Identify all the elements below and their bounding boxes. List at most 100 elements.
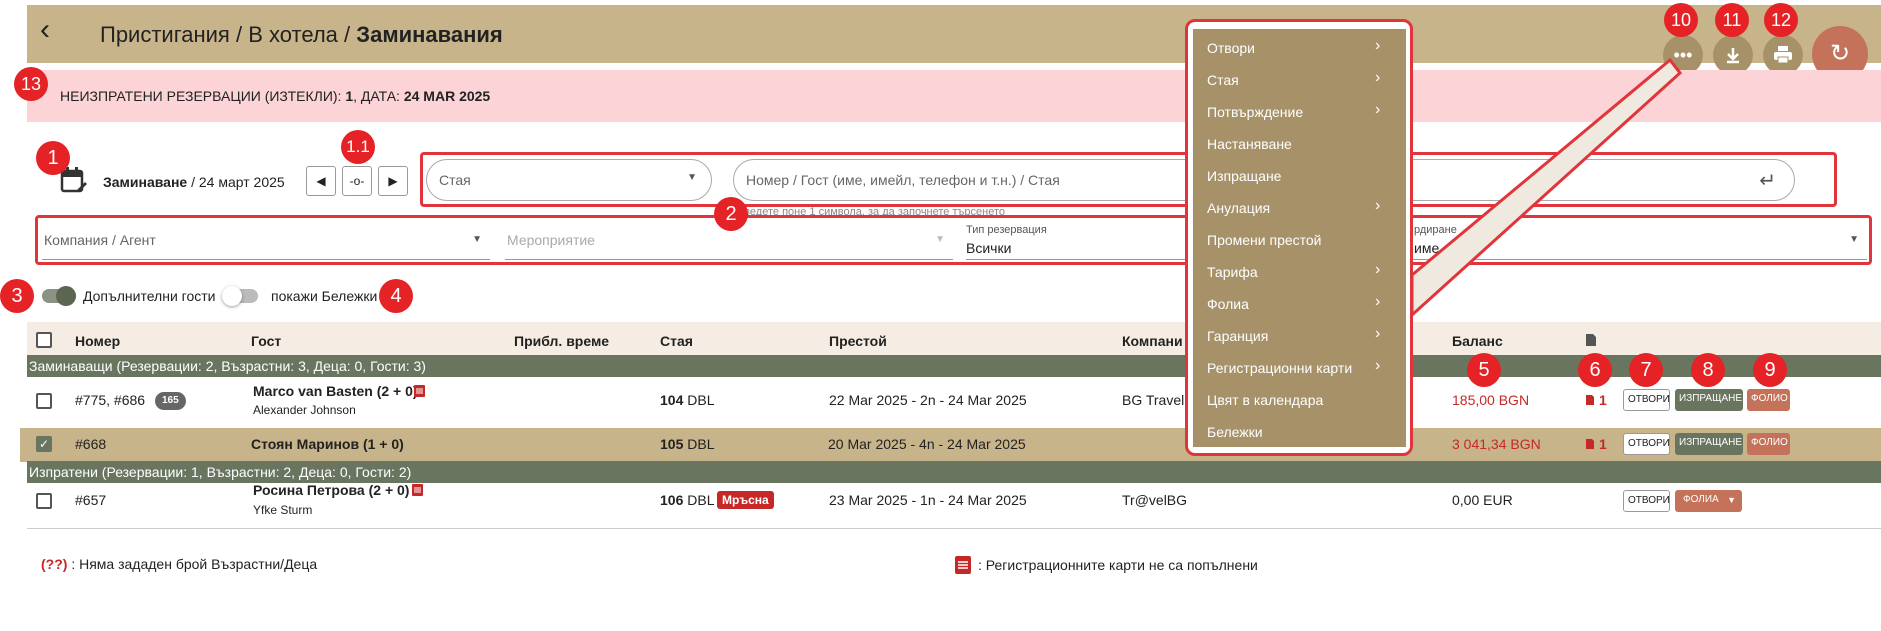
balance: 0,00 EUR (1452, 492, 1513, 508)
col-stay[interactable]: Престой (829, 333, 887, 349)
checkout-button[interactable]: ИЗПРАЩАНЕ (1675, 389, 1743, 411)
open-button[interactable]: ОТВОРИ (1623, 389, 1670, 411)
room-number: 106 DBL (660, 492, 715, 508)
stay-dates: 22 Mar 2025 - 2n - 24 Mar 2025 (829, 392, 1027, 408)
annotation-8: 8 (1691, 353, 1725, 387)
menu-item-rate[interactable]: Тарифа (1207, 264, 1258, 280)
guest-secondary: Alexander Johnson (253, 403, 356, 417)
annotation-13: 13 (14, 67, 48, 101)
legend-registration: : Регистрационните карти не са попълнени (978, 557, 1258, 573)
col-room[interactable]: Стая (660, 333, 693, 349)
reservation-type-select[interactable]: Тип резервация Всички (966, 220, 1186, 260)
chevron-down-icon: ▼ (472, 234, 482, 245)
guest-name[interactable]: Росина Петрова (2 + 0) (253, 482, 409, 498)
chevron-down-icon: ▼ (1849, 234, 1859, 245)
registration-card-icon (414, 385, 425, 397)
annotation-3: 3 (0, 279, 34, 313)
document-icon (1586, 439, 1594, 449)
col-guest[interactable]: Гост (251, 333, 281, 349)
guest-name[interactable]: Стоян Маринов (1 + 0) (251, 436, 404, 452)
col-time[interactable]: Прибл. време (514, 333, 609, 349)
company-select[interactable]: Компания / Агент ▼ (42, 220, 490, 260)
callout-pointer (1410, 57, 1683, 319)
legend-missing: (??) : Няма зададен брой Възрастни/Деца (41, 556, 318, 572)
enter-icon[interactable]: ↵ (1759, 168, 1776, 193)
document-icon (1586, 334, 1596, 346)
menu-item-checkout[interactable]: Изпращане (1207, 168, 1281, 184)
checkout-button[interactable]: ИЗПРАЩАНЕ (1675, 433, 1743, 455)
menu-item-folios[interactable]: Фолиа (1207, 296, 1249, 312)
docs-count[interactable]: 1 (1599, 392, 1607, 408)
prev-date-button[interactable]: ◀ (306, 166, 336, 196)
print-button[interactable] (1763, 35, 1803, 75)
menu-item-calendar-color[interactable]: Цвят в календара (1207, 392, 1323, 408)
menu-item-registration-cards[interactable]: Регистрационни карти (1207, 360, 1352, 376)
col-balance[interactable]: Баланс (1452, 333, 1503, 349)
annotation-5: 5 (1467, 353, 1501, 387)
menu-item-checkin[interactable]: Настаняване (1207, 136, 1292, 152)
document-icon (1586, 395, 1594, 405)
menu-item-change-stay[interactable]: Промени престой (1207, 232, 1322, 248)
menu-item-guarantee[interactable]: Гаранция (1207, 328, 1268, 344)
docs-count[interactable]: 1 (1599, 436, 1607, 452)
annotation-6: 6 (1578, 353, 1612, 387)
balance: 185,00 BGN (1452, 392, 1530, 408)
crumb-arrivals[interactable]: Пристигания (100, 22, 230, 47)
menu-item-room[interactable]: Стая (1207, 72, 1239, 88)
guest-name[interactable]: Marco van Basten (2 + 0) (253, 383, 418, 399)
download-button[interactable] (1713, 35, 1753, 75)
open-button[interactable]: ОТВОРИ (1623, 490, 1670, 512)
row-checkbox[interactable] (36, 393, 52, 409)
extra-guests-label: Допълнителни гости (83, 288, 216, 304)
reservation-number[interactable]: #657 (75, 492, 106, 508)
menu-item-confirmation[interactable]: Потвърждение (1207, 104, 1303, 120)
group-tag: 165 (155, 392, 186, 410)
annotation-9: 9 (1753, 353, 1787, 387)
extra-guests-toggle[interactable] (42, 286, 76, 306)
stay-dates: 23 Mar 2025 - 1n - 24 Mar 2025 (829, 492, 1027, 508)
menu-item-notes[interactable]: Бележки (1207, 424, 1263, 440)
annotation-2: 2 (714, 197, 748, 231)
chevron-down-icon: ▼ (1727, 495, 1736, 505)
balance: 3 041,34 BGN (1452, 436, 1541, 452)
chevron-right-icon: › (1375, 357, 1381, 374)
folio-button[interactable]: ФОЛИО (1747, 389, 1790, 411)
page-title: Заминавания (356, 22, 503, 47)
company-name: BG Travel (1122, 392, 1185, 408)
registration-card-icon (955, 556, 971, 574)
next-date-button[interactable]: ▶ (378, 166, 408, 196)
row-checkbox[interactable]: ✓ (36, 436, 52, 452)
reservation-number[interactable]: #668 (75, 436, 106, 452)
registration-card-icon (412, 484, 423, 496)
chevron-right-icon: › (1375, 325, 1381, 342)
col-company[interactable]: Компани (1122, 333, 1183, 349)
download-icon (1727, 48, 1739, 64)
col-number[interactable]: Номер (75, 333, 120, 349)
chevron-down-icon: ▼ (687, 172, 697, 183)
room-select[interactable]: Стая ▼ (426, 159, 712, 201)
company-name: Tr@velBG (1122, 492, 1188, 508)
reservation-number[interactable]: #775, #686 (75, 392, 145, 408)
show-notes-toggle[interactable] (222, 286, 258, 306)
chevron-down-icon: ▼ (935, 234, 945, 245)
folio-button[interactable]: ФОЛИО (1747, 433, 1790, 455)
open-button[interactable]: ОТВОРИ (1623, 433, 1670, 455)
back-arrow-icon[interactable]: ‹ (40, 15, 68, 46)
today-button[interactable]: -o- (342, 166, 372, 196)
show-notes-label: покажи Бележки (271, 288, 378, 304)
chevron-right-icon: › (1375, 101, 1381, 118)
crumb-in-hotel[interactable]: В хотела (248, 22, 338, 47)
select-all-checkbox[interactable] (36, 332, 52, 348)
chevron-right-icon: › (1375, 293, 1381, 310)
menu-item-open[interactable]: Отвори (1207, 40, 1255, 56)
stay-dates: 20 Mar 2025 - 4n - 24 Mar 2025 (828, 436, 1026, 452)
table-header (27, 322, 1881, 356)
chevron-right-icon: › (1375, 261, 1381, 278)
menu-item-cancellation[interactable]: Анулация (1207, 200, 1270, 216)
group-checked-out: Изпратени (Резервации: 1, Възрастни: 2, … (27, 461, 1881, 483)
annotation-12: 12 (1764, 3, 1798, 37)
room-number: 104 DBL (660, 392, 715, 408)
row-checkbox[interactable] (36, 493, 52, 509)
chevron-right-icon: › (1375, 37, 1381, 54)
folios-dropdown-button[interactable]: ФОЛИА ▼ (1675, 490, 1742, 512)
